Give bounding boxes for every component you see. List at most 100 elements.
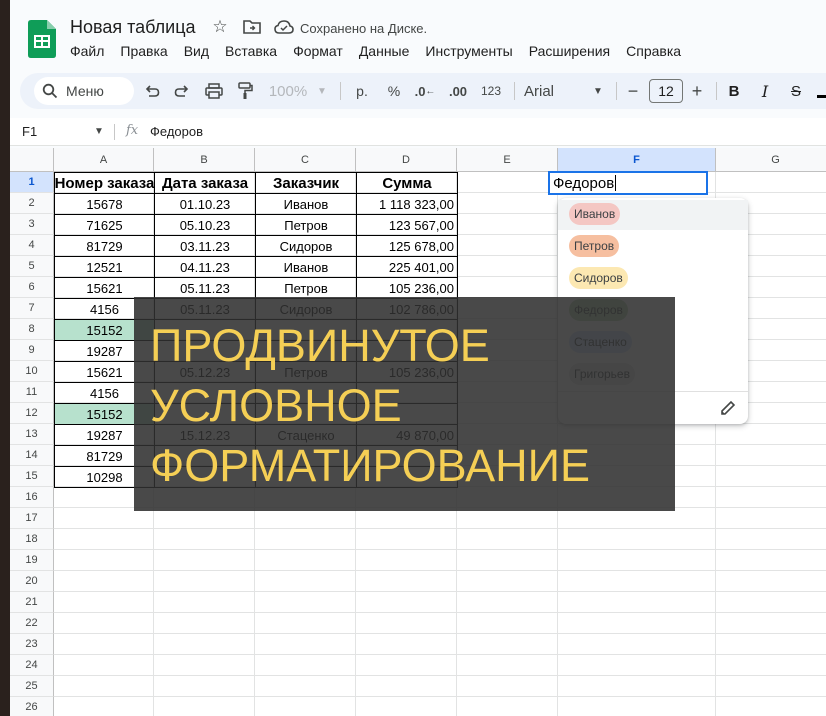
increase-decimal-button[interactable]: .00 xyxy=(446,77,470,105)
table-cell[interactable]: 05.10.23 xyxy=(154,214,256,236)
row-header-5[interactable]: 5 xyxy=(10,256,54,277)
table-cell[interactable]: Иванов xyxy=(255,193,357,215)
bold-icon[interactable]: B xyxy=(724,77,744,105)
column-header-f[interactable]: F xyxy=(558,148,716,172)
font-family-select[interactable]: Arial xyxy=(524,77,564,105)
table-cell[interactable]: Петров xyxy=(255,277,357,299)
row-header-17[interactable]: 17 xyxy=(10,508,54,529)
row-header-4[interactable]: 4 xyxy=(10,235,54,256)
paint-format-icon[interactable] xyxy=(233,77,257,105)
menu-edit[interactable]: Правка xyxy=(120,43,167,59)
row-header-12[interactable]: 12 xyxy=(10,403,54,424)
row-header-15[interactable]: 15 xyxy=(10,466,54,487)
header-cell[interactable]: Заказчик xyxy=(255,172,357,194)
table-cell[interactable]: 04.11.23 xyxy=(154,256,256,278)
sheets-logo-icon[interactable] xyxy=(28,20,56,58)
text-color-icon[interactable] xyxy=(816,77,826,105)
dropdown-option-chip[interactable]: Петров xyxy=(569,235,620,257)
redo-icon[interactable] xyxy=(170,77,194,105)
row-header-24[interactable]: 24 xyxy=(10,655,54,676)
table-cell[interactable]: Петров xyxy=(255,214,357,236)
row-header-22[interactable]: 22 xyxy=(10,613,54,634)
document-title[interactable]: Новая таблица xyxy=(70,17,196,38)
table-cell[interactable]: 125 678,00 xyxy=(356,235,458,257)
row-header-7[interactable]: 7 xyxy=(10,298,54,319)
menu-view[interactable]: Вид xyxy=(184,43,209,59)
header-cell[interactable]: Сумма xyxy=(356,172,458,194)
table-cell[interactable]: 225 401,00 xyxy=(356,256,458,278)
row-header-25[interactable]: 25 xyxy=(10,676,54,697)
row-header-14[interactable]: 14 xyxy=(10,445,54,466)
menu-format[interactable]: Формат xyxy=(293,43,343,59)
table-cell[interactable]: 12521 xyxy=(54,256,155,278)
column-header-c[interactable]: C xyxy=(255,148,356,172)
font-size-increase-button[interactable]: + xyxy=(687,77,707,105)
move-folder-icon[interactable] xyxy=(241,16,263,38)
decrease-decimal-button[interactable]: .0 ← xyxy=(413,77,437,105)
name-box[interactable]: F1 xyxy=(22,124,37,139)
row-header-23[interactable]: 23 xyxy=(10,634,54,655)
font-size-input[interactable]: 12 xyxy=(649,79,683,103)
row-header-1[interactable]: 1 xyxy=(10,172,54,193)
table-cell[interactable]: Сидоров xyxy=(255,235,357,257)
row-header-18[interactable]: 18 xyxy=(10,529,54,550)
table-cell[interactable]: 01.10.23 xyxy=(154,193,256,215)
menu-tools[interactable]: Инструменты xyxy=(425,43,512,59)
table-cell[interactable]: 15678 xyxy=(54,193,155,215)
italic-icon[interactable]: I xyxy=(755,77,775,105)
menu-extensions[interactable]: Расширения xyxy=(529,43,610,59)
column-header-e[interactable]: E xyxy=(457,148,558,172)
table-cell[interactable]: 15621 xyxy=(54,277,155,299)
star-icon[interactable]: ☆ xyxy=(209,16,231,38)
font-size-decrease-button[interactable]: − xyxy=(623,77,643,105)
select-all-corner[interactable] xyxy=(10,148,54,172)
number-format-button[interactable]: 123 xyxy=(479,77,503,105)
menu-data[interactable]: Данные xyxy=(359,43,410,59)
table-cell[interactable]: 03.11.23 xyxy=(154,235,256,257)
table-cell[interactable]: 105 236,00 xyxy=(356,277,458,299)
row-header-16[interactable]: 16 xyxy=(10,487,54,508)
header-cell[interactable]: Номер заказа xyxy=(54,172,155,194)
menu-search-box[interactable]: Меню xyxy=(34,77,134,105)
column-header-d[interactable]: D xyxy=(356,148,457,172)
row-header-6[interactable]: 6 xyxy=(10,277,54,298)
column-header-b[interactable]: B xyxy=(154,148,255,172)
row-header-9[interactable]: 9 xyxy=(10,340,54,361)
currency-format-button[interactable]: р. xyxy=(352,77,372,105)
table-cell[interactable]: 05.11.23 xyxy=(154,277,256,299)
percent-format-button[interactable]: % xyxy=(384,77,404,105)
strikethrough-icon[interactable]: S xyxy=(786,77,806,105)
row-header-13[interactable]: 13 xyxy=(10,424,54,445)
menu-insert[interactable]: Вставка xyxy=(225,43,277,59)
table-cell[interactable]: 1 118 323,00 xyxy=(356,193,458,215)
active-cell-editor[interactable]: Федоров xyxy=(548,171,708,195)
menu-help[interactable]: Справка xyxy=(626,43,681,59)
edit-pencil-icon[interactable] xyxy=(720,400,736,416)
chevron-down-icon[interactable]: ▼ xyxy=(94,126,104,137)
zoom-select[interactable]: 100% xyxy=(267,77,309,105)
row-header-11[interactable]: 11 xyxy=(10,382,54,403)
undo-icon[interactable] xyxy=(140,77,164,105)
column-header-a[interactable]: A xyxy=(54,148,154,172)
row-header-8[interactable]: 8 xyxy=(10,319,54,340)
row-header-2[interactable]: 2 xyxy=(10,193,54,214)
table-cell[interactable]: 123 567,00 xyxy=(356,214,458,236)
dropdown-option-chip[interactable]: Иванов xyxy=(569,203,621,225)
formula-input[interactable]: Федоров xyxy=(150,124,203,139)
formula-divider xyxy=(114,124,115,140)
table-cell[interactable]: 81729 xyxy=(54,235,155,257)
row-header-19[interactable]: 19 xyxy=(10,550,54,571)
row-header-10[interactable]: 10 xyxy=(10,361,54,382)
menu-file[interactable]: Файл xyxy=(70,43,104,59)
table-cell[interactable]: Иванов xyxy=(255,256,357,278)
row-header-3[interactable]: 3 xyxy=(10,214,54,235)
table-cell[interactable]: 71625 xyxy=(54,214,155,236)
cloud-saved-icon[interactable] xyxy=(273,16,295,38)
dropdown-option-chip[interactable]: Сидоров xyxy=(569,267,628,289)
row-header-21[interactable]: 21 xyxy=(10,592,54,613)
row-header-26[interactable]: 26 xyxy=(10,697,54,716)
column-header-g[interactable]: G xyxy=(716,148,826,172)
row-header-20[interactable]: 20 xyxy=(10,571,54,592)
print-icon[interactable] xyxy=(202,77,226,105)
header-cell[interactable]: Дата заказа xyxy=(154,172,256,194)
